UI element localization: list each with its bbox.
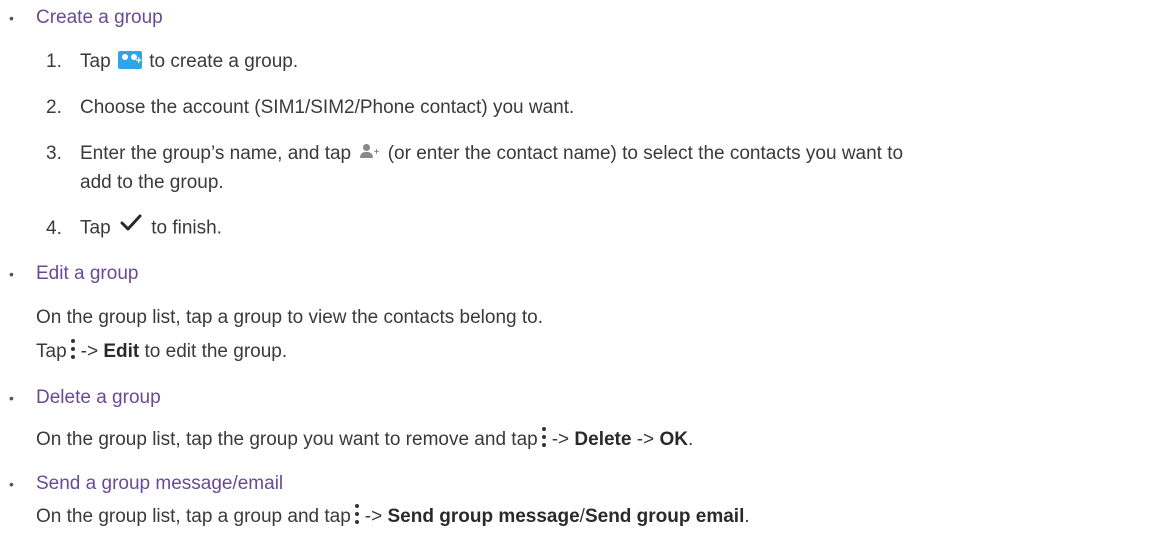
step-number: 2.	[46, 97, 62, 118]
step-number: 3.	[46, 143, 62, 164]
edit-instruction: Tap -> Edit to edit the group.	[36, 338, 288, 364]
section-title-send: Send a group message/email	[36, 473, 284, 494]
step-2: 2. Choose the account (SIM1/SIM2/Phone co…	[46, 96, 574, 120]
menu-option-send-message: Send group message	[387, 506, 580, 527]
period: .	[744, 506, 750, 527]
bullet: •	[9, 390, 14, 406]
button-ok: OK	[659, 429, 688, 450]
bullet: •	[9, 476, 14, 492]
instruction-text: Tap	[36, 341, 67, 362]
group-add-icon	[117, 49, 142, 73]
step-3-continued: add to the group.	[80, 172, 224, 193]
person-add-icon: +	[359, 143, 379, 161]
section-title-create: Create a group	[36, 7, 163, 28]
menu-option-send-email: Send group email	[584, 506, 745, 527]
arrow-text: ->	[636, 429, 655, 450]
more-vert-icon	[69, 338, 77, 360]
checkmark-icon	[120, 214, 142, 239]
step-text: Enter the group’s name, and tap	[80, 143, 352, 164]
section-title-delete: Delete a group	[36, 387, 161, 408]
more-vert-icon	[353, 503, 361, 525]
menu-option-edit: Edit	[103, 341, 140, 362]
step-4: 4. Tap to finish.	[46, 214, 222, 241]
instruction-text: to edit the group.	[144, 341, 288, 362]
more-vert-icon	[540, 426, 548, 448]
menu-option-delete: Delete	[574, 429, 632, 450]
section-title-edit: Edit a group	[36, 263, 139, 284]
step-text: Choose the account (SIM1/SIM2/Phone cont…	[80, 97, 575, 118]
bullet: •	[9, 10, 14, 26]
arrow-text: ->	[80, 341, 99, 362]
step-3: 3. Enter the group’s name, and tap + (or …	[46, 142, 903, 166]
period: .	[687, 429, 694, 450]
send-instruction: On the group list, tap a group and tap ->…	[36, 503, 750, 529]
step-number: 1.	[46, 51, 62, 72]
delete-instruction: On the group list, tap the group you wan…	[36, 426, 694, 452]
step-text: Tap	[80, 51, 111, 72]
instruction-text: On the group list, tap the group you wan…	[36, 429, 538, 450]
instruction-text: On the group list, tap a group and tap	[36, 506, 351, 527]
step-text: Tap	[80, 217, 111, 239]
step-text: (or enter the contact name) to select th…	[387, 143, 904, 164]
bullet: •	[9, 266, 14, 282]
step-1: 1. Tap to create a group.	[46, 49, 299, 74]
step-number: 4.	[46, 217, 62, 239]
arrow-text: ->	[364, 506, 383, 527]
step-text: to create a group.	[149, 51, 299, 72]
edit-description: On the group list, tap a group to view t…	[36, 307, 543, 328]
arrow-text: ->	[551, 429, 570, 450]
step-text: to finish.	[151, 217, 222, 239]
